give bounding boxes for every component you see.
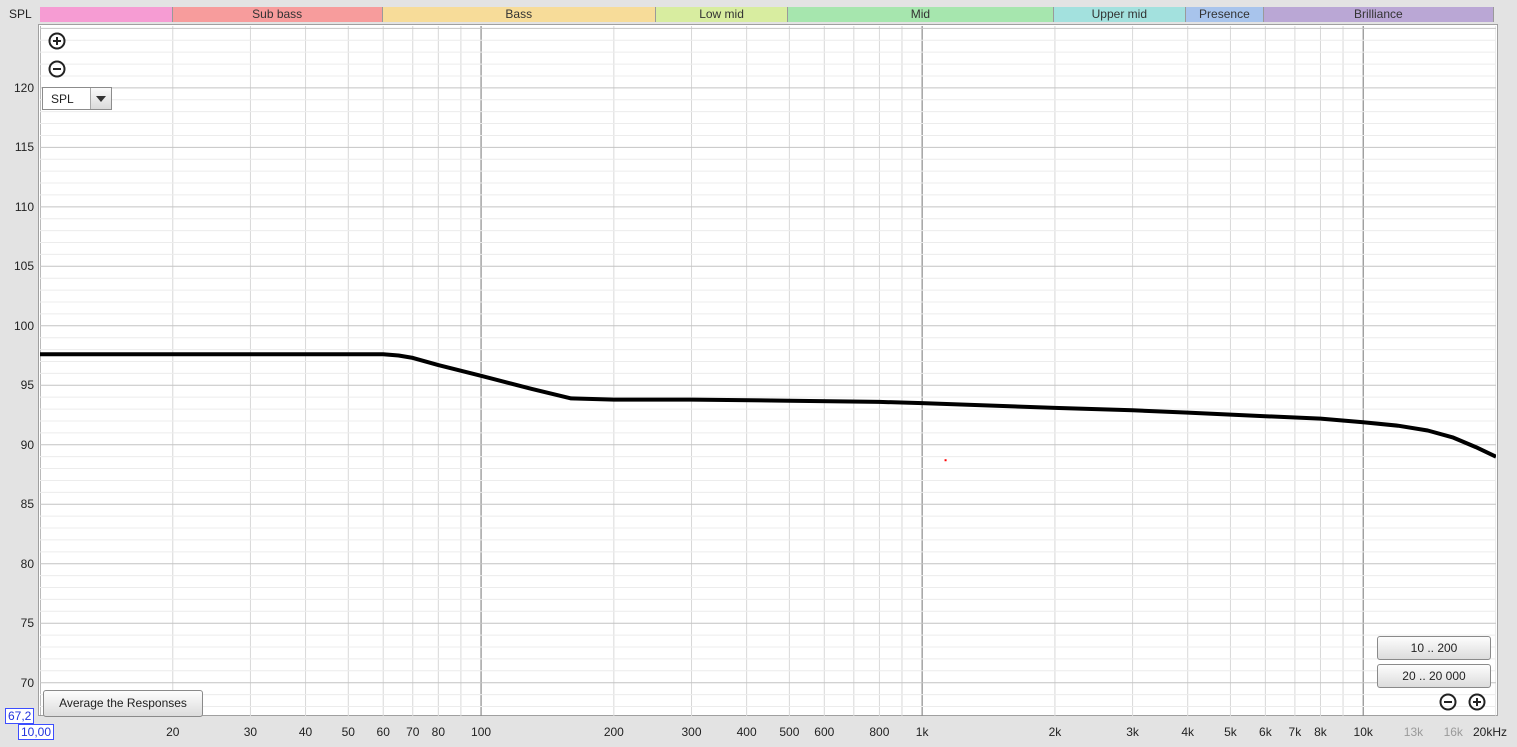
response-curve [40, 352, 1496, 459]
y-tick-label: 115 [14, 140, 34, 155]
y-tick-label: 110 [14, 199, 34, 214]
zoom-in-icon[interactable] [47, 31, 67, 51]
frequency-response-plot[interactable] [40, 26, 1496, 716]
frequency-band: Mid [788, 7, 1054, 22]
x-tick-label: 300 [681, 725, 702, 739]
frequency-band-bar: Sub bass Bass Low mid Mid Upper mid Presence B… [40, 7, 1494, 22]
x-tick-label: 40 [298, 725, 313, 739]
zoom-preset-20-20000-button[interactable]: 20 .. 20 000 [1377, 664, 1491, 688]
x-tick-label: 13k [1403, 725, 1424, 739]
measurement-type-select[interactable]: SPL [42, 87, 112, 110]
x-tick-label: 20kHz [1472, 725, 1508, 739]
zoom-preset-10-200-button[interactable]: 10 .. 200 [1377, 636, 1491, 660]
frequency-band: Brilliance [1263, 7, 1494, 22]
y-tick-label: 95 [20, 378, 34, 393]
x-tick-label: 60 [376, 725, 390, 739]
x-tick-label: 70 [406, 725, 420, 739]
frequency-band: Low mid [655, 7, 789, 22]
cursor-x-readout: 10,00 [18, 724, 55, 740]
x-tick-label: 7k [1288, 725, 1302, 739]
x-tick-label: 100 [471, 725, 492, 739]
x-tick-label: 6k [1259, 725, 1272, 739]
frequency-band: Sub bass [172, 7, 383, 22]
axis-title: SPL [9, 7, 32, 21]
x-tick-label: 3k [1126, 725, 1139, 739]
x-tick-label: 20 [166, 725, 180, 739]
x-tick-label: 600 [814, 725, 835, 739]
y-tick-label: 120 [13, 80, 34, 95]
y-tick-label: 80 [20, 556, 34, 571]
x-tick-label: 400 [736, 725, 757, 739]
x-tick-label: 5k [1224, 725, 1237, 739]
frequency-band: Upper mid [1053, 7, 1187, 22]
x-tick-label: 800 [869, 725, 890, 739]
y-tick-label: 85 [20, 497, 34, 512]
x-tick-label: 10k [1353, 725, 1373, 739]
y-tick-label: 70 [20, 675, 34, 690]
y-tick-label: 105 [13, 259, 34, 274]
x-tick-label: 8k [1314, 725, 1327, 739]
cursor-y-readout: 67,2 [5, 708, 35, 724]
frequency-band [40, 7, 173, 22]
data-marker [944, 459, 947, 462]
x-tick-label: 200 [603, 725, 624, 739]
x-tick-label: 500 [779, 725, 800, 739]
x-tick-label: 30 [243, 725, 258, 739]
y-tick-label: 90 [20, 437, 34, 452]
average-responses-button[interactable]: Average the Responses [43, 690, 203, 717]
zoom-out-icon[interactable] [47, 59, 67, 79]
x-tick-label: 80 [431, 725, 446, 739]
frequency-band: Presence [1186, 7, 1264, 22]
zoom-out-icon[interactable] [1438, 692, 1458, 712]
zoom-in-icon[interactable] [1467, 692, 1487, 712]
y-tick-label: 75 [20, 616, 34, 631]
x-tick-label: 2k [1048, 725, 1062, 739]
x-tick-label: 50 [341, 725, 355, 739]
frequency-band: Bass [382, 7, 656, 22]
chevron-down-icon[interactable] [90, 88, 111, 109]
x-tick-label: 4k [1181, 725, 1195, 739]
select-value: SPL [51, 92, 74, 106]
x-tick-label: 1k [915, 725, 929, 739]
x-tick-label: 16k [1443, 725, 1463, 739]
y-tick-label: 100 [13, 318, 34, 333]
